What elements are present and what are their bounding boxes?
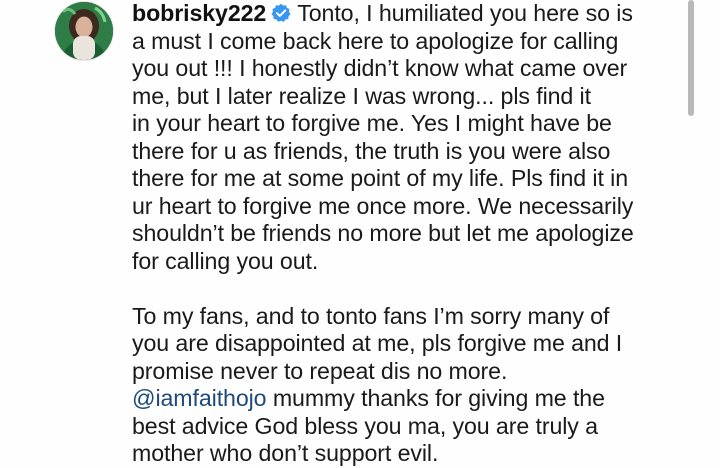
caption-line: ur heart to forgive me once more. We nec… — [132, 192, 634, 219]
avatar-image — [55, 2, 113, 60]
caption-line-rest: mummy thanks for giving me the — [266, 385, 605, 411]
scrollbar-thumb[interactable] — [688, 0, 694, 116]
caption-line: there for me at some point of my life. P… — [132, 165, 629, 191]
caption-line: Tonto, I humiliated you here so is — [297, 0, 633, 26]
caption-line: To my fans, and to tonto fans I’m sorry … — [132, 302, 610, 329]
caption-line: in your heart to forgive me. Yes I might… — [132, 110, 612, 136]
caption-line: shouldn’t be friends no more but let me … — [132, 220, 634, 246]
caption-line: for calling you out. — [132, 247, 319, 274]
caption-line: best advice God bless you ma, you are tr… — [132, 412, 598, 439]
caption-text: bobrisky222 Tonto, I humiliated you here… — [132, 0, 672, 468]
avatar[interactable] — [55, 2, 113, 60]
verified-badge-icon — [271, 3, 291, 22]
caption-line: there for u as friends, the truth is you… — [132, 137, 611, 164]
caption-mention-line: @iamfaithojo mummy thanks for giving me … — [132, 385, 672, 413]
caption-line: you out !!! I honestly didn’t know what … — [132, 55, 628, 81]
mention-link[interactable]: @iamfaithojo — [132, 385, 267, 411]
caption-line: promise never to repeat dis no more. — [132, 357, 508, 384]
username-link[interactable]: bobrisky222 — [132, 0, 266, 26]
caption-line: you are disappointed at me, pls forgive … — [132, 330, 623, 356]
caption-line: a must I come back here to apologize for… — [132, 27, 619, 54]
instagram-caption-view: bobrisky222 Tonto, I humiliated you here… — [0, 0, 720, 468]
caption-first-line: bobrisky222 Tonto, I humiliated you here… — [132, 0, 672, 28]
caption-line: mother who don’t support evil. — [132, 440, 439, 466]
caption-line: me, but I later realize I was wrong... p… — [132, 82, 591, 109]
